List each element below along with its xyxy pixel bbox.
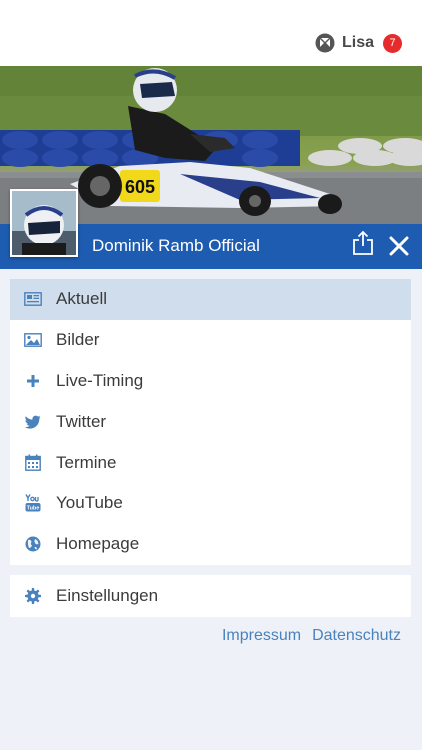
top-bar: Lisa 7 (0, 0, 422, 66)
impressum-link[interactable]: Impressum (222, 627, 301, 645)
close-icon[interactable] (389, 236, 409, 256)
user-name: Lisa (341, 34, 374, 51)
menu-item-label: Bilder (56, 330, 100, 350)
menu-item-label: YouTube (56, 493, 123, 513)
menu-item-live-timing[interactable]: Live-Timing (10, 361, 411, 402)
footer-links: Impressum Datenschutz (222, 627, 401, 645)
menu-item-aktuell[interactable]: Aktuell (10, 279, 411, 320)
menu-item-label: Homepage (56, 534, 140, 554)
menu-item-label: Aktuell (56, 289, 108, 309)
notification-badge[interactable]: 7 (383, 33, 402, 53)
svg-text:Tube: Tube (27, 506, 40, 512)
datenschutz-link[interactable]: Datenschutz (312, 627, 401, 645)
menu-item-youtube[interactable]: Tube YouTube (10, 483, 411, 524)
app-logo-icon (315, 33, 335, 53)
kart-number: 605 (125, 177, 155, 197)
globe-icon (24, 535, 42, 553)
user-chip[interactable]: Lisa 7 (315, 33, 402, 53)
menu-item-label: Live-Timing (56, 370, 144, 390)
plus-icon (24, 372, 42, 390)
newspaper-icon (24, 290, 42, 308)
settings-item[interactable]: Einstellungen (10, 575, 411, 617)
main-menu: Aktuell Bilder Live-Timing Twitter Termi… (10, 279, 411, 565)
menu-item-termine[interactable]: Termine (10, 442, 411, 483)
menu-item-label: Twitter (56, 411, 107, 431)
calendar-icon (24, 454, 42, 472)
menu-item-bilder[interactable]: Bilder (10, 320, 411, 361)
driver-avatar-image (12, 191, 76, 255)
settings-label: Einstellungen (56, 586, 159, 605)
page-title: Dominik Ramb Official (92, 236, 260, 255)
image-icon (24, 331, 42, 349)
menu-item-twitter[interactable]: Twitter (10, 401, 411, 442)
youtube-icon: Tube (24, 494, 42, 512)
menu-item-homepage[interactable]: Homepage (10, 524, 411, 565)
menu-item-label: Termine (56, 452, 117, 472)
twitter-icon (24, 413, 42, 431)
profile-avatar[interactable] (10, 189, 78, 257)
gear-icon (24, 587, 42, 605)
share-icon[interactable] (352, 230, 374, 256)
